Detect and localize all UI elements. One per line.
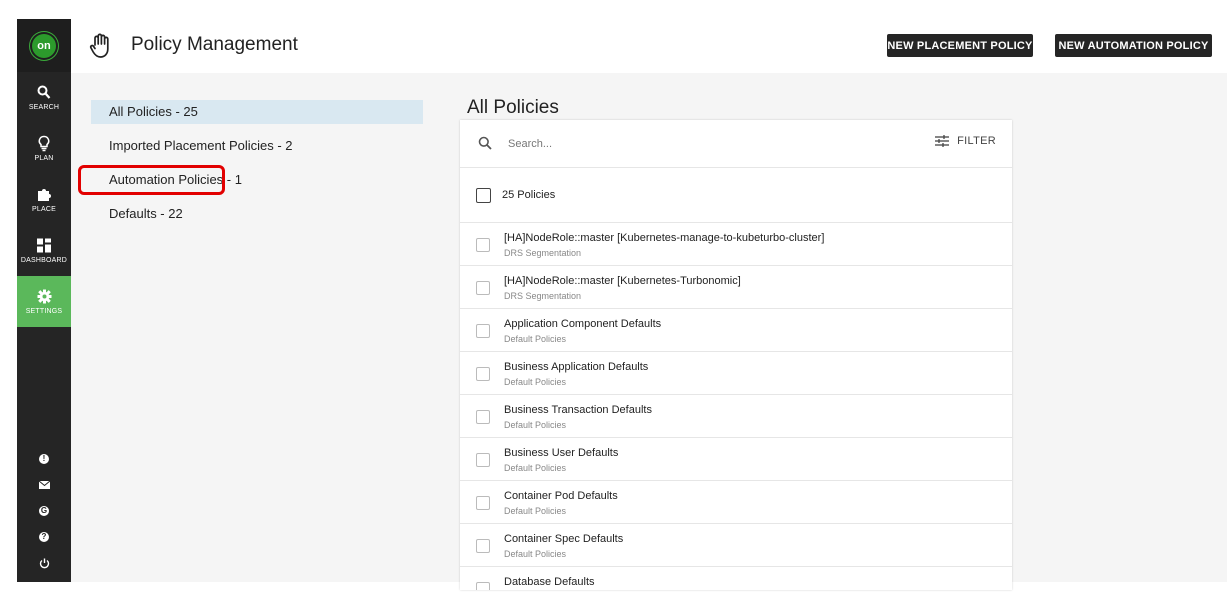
search-icon — [478, 136, 492, 150]
table-row[interactable]: Database Defaults — [460, 567, 1012, 590]
policy-type: Default Policies — [504, 549, 567, 559]
filter-label: FILTER — [957, 135, 996, 147]
list-title: All Policies — [467, 97, 559, 118]
search-bar: FILTER — [460, 120, 1012, 168]
policy-name: Business User Defaults — [504, 447, 619, 459]
table-row[interactable]: [HA]NodeRole::master [Kubernetes-manage-… — [460, 223, 1012, 266]
table-row[interactable]: Container Pod Defaults Default Policies — [460, 481, 1012, 524]
table-row[interactable]: [HA]NodeRole::master [Kubernetes-Turbono… — [460, 266, 1012, 309]
nav-label: SETTINGS — [25, 308, 63, 315]
table-row[interactable]: Business Transaction Defaults Default Pol… — [460, 395, 1012, 438]
help-button[interactable]: ? — [17, 524, 71, 550]
filter-defaults[interactable]: Defaults - 22 — [91, 202, 423, 226]
nav-item-plan[interactable]: PLAN — [17, 123, 71, 174]
row-checkbox[interactable] — [476, 324, 490, 338]
select-all-checkbox[interactable] — [476, 188, 491, 203]
policy-name: Application Component Defaults — [504, 318, 662, 330]
logo-mark: on — [32, 33, 56, 58]
new-automation-policy-button[interactable]: NEW AUTOMATION POLICY — [1055, 34, 1212, 57]
filter-button[interactable]: FILTER — [935, 135, 996, 147]
power-icon — [39, 558, 49, 568]
row-checkbox[interactable] — [476, 281, 490, 295]
policy-count: 25 Policies — [502, 189, 556, 201]
policy-type: Default Policies — [504, 463, 567, 473]
help-icon: ? — [39, 532, 49, 542]
info-icon: ! — [39, 454, 49, 464]
table-row[interactable]: Business User Defaults Default Policies — [460, 438, 1012, 481]
policy-type: Default Policies — [504, 506, 567, 516]
gear-icon — [37, 289, 51, 304]
row-checkbox[interactable] — [476, 453, 490, 467]
nav-rail: on SEARCH PLAN PLACE DASHBOARD SETTINGS … — [17, 19, 71, 582]
sliders-icon — [935, 135, 950, 147]
row-checkbox[interactable] — [476, 496, 490, 510]
policy-type: Default Policies — [504, 420, 567, 430]
nav-label: SEARCH — [28, 104, 60, 111]
policy-name: Container Spec Defaults — [504, 533, 624, 545]
hand-icon — [89, 33, 109, 58]
table-row[interactable]: Application Component Defaults Default Po… — [460, 309, 1012, 352]
globe-icon: G — [39, 506, 49, 516]
policy-type: DRS Segmentation — [504, 248, 582, 258]
row-checkbox[interactable] — [476, 539, 490, 553]
table-row[interactable]: Container Spec Defaults Default Policies — [460, 524, 1012, 567]
nav-label: DASHBOARD — [20, 257, 68, 264]
policy-type: Default Policies — [504, 334, 567, 344]
row-checkbox[interactable] — [476, 410, 490, 424]
policy-rows: [HA]NodeRole::master [Kubernetes-manage-… — [460, 223, 1012, 590]
search-input[interactable] — [506, 132, 890, 156]
globe-button[interactable]: G — [17, 498, 71, 524]
logo[interactable]: on — [17, 19, 71, 72]
lightbulb-icon — [38, 135, 50, 152]
nav-label: PLACE — [32, 206, 56, 213]
search-icon — [37, 85, 51, 99]
rail-bottom-icons: ! G ? — [17, 446, 71, 576]
mail-button[interactable] — [17, 472, 71, 498]
filter-imported-placement[interactable]: Imported Placement Policies - 2 — [91, 134, 423, 158]
new-placement-policy-button[interactable]: NEW PLACEMENT POLICY — [887, 34, 1033, 57]
policy-list-panel: FILTER 25 Policies [HA]NodeRole::master … — [460, 120, 1012, 590]
mail-icon — [38, 481, 50, 489]
policy-type: DRS Segmentation — [504, 291, 582, 301]
page-title: Policy Management — [131, 34, 298, 55]
policy-name: [HA]NodeRole::master [Kubernetes-manage-… — [504, 232, 825, 244]
row-checkbox[interactable] — [476, 238, 490, 252]
policy-name: Business Transaction Defaults — [504, 404, 652, 416]
nav-item-search[interactable]: SEARCH — [17, 72, 71, 123]
info-button[interactable]: ! — [17, 446, 71, 472]
page-header: Policy Management NEW PLACEMENT POLICY N… — [71, 19, 1227, 73]
policy-type: Default Policies — [504, 377, 567, 387]
policy-name: Business Application Defaults — [504, 361, 649, 373]
annotation-highlight-box — [78, 165, 225, 195]
policy-name: [HA]NodeRole::master [Kubernetes-Turbono… — [504, 275, 741, 287]
logout-button[interactable] — [17, 550, 71, 576]
puzzle-icon — [37, 189, 51, 201]
nav-label: PLAN — [34, 155, 54, 162]
policy-name: Container Pod Defaults — [504, 490, 618, 502]
row-checkbox[interactable] — [476, 582, 490, 590]
main-content: All Policies - 25 Imported Placement Pol… — [71, 73, 1227, 590]
filter-all-policies[interactable]: All Policies - 25 — [91, 100, 423, 124]
row-checkbox[interactable] — [476, 367, 490, 381]
grid-icon — [37, 238, 51, 253]
table-row[interactable]: Business Application Defaults Default Pol… — [460, 352, 1012, 395]
nav-item-settings[interactable]: SETTINGS — [17, 276, 71, 327]
policy-name: Database Defaults — [504, 576, 595, 588]
select-all-row: 25 Policies — [460, 168, 1012, 223]
nav-item-place[interactable]: PLACE — [17, 174, 71, 225]
nav-item-dashboard[interactable]: DASHBOARD — [17, 225, 71, 276]
